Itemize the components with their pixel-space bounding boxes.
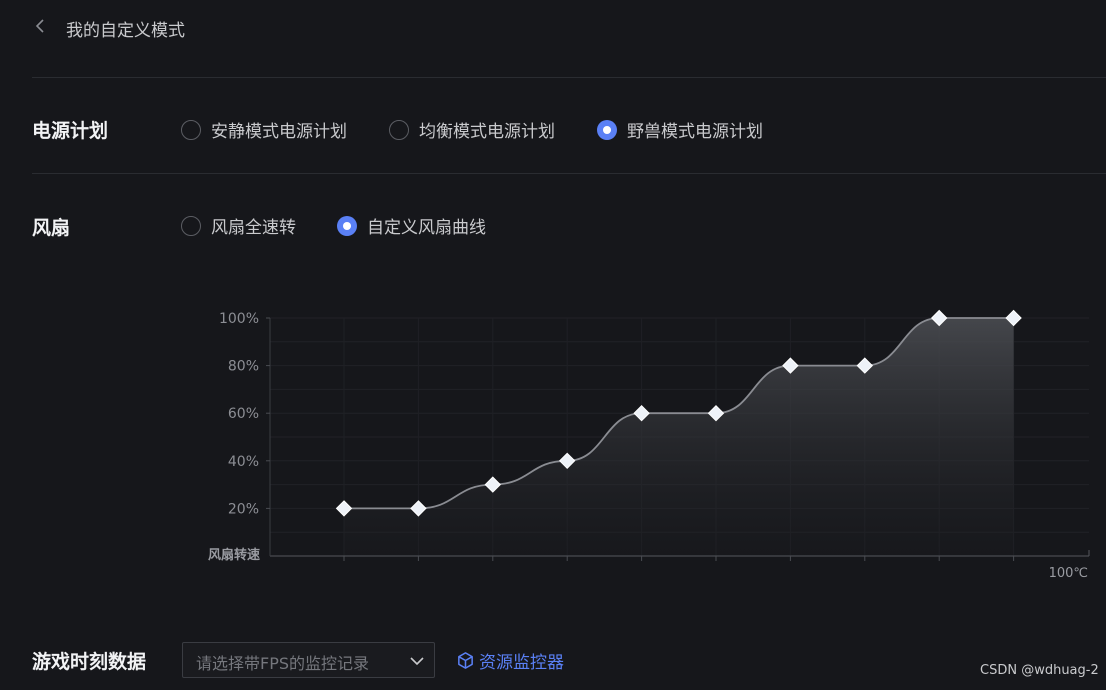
fan-curve-chart[interactable]: 20% 40% 60% 80% 100% 风扇转速 100℃ (0, 290, 1106, 590)
select-placeholder: 请选择带FPS的监控记录 (196, 654, 370, 673)
resource-monitor-label: 资源监控器 (479, 653, 564, 673)
divider (32, 173, 1106, 174)
radio-label: 安静模式电源计划 (211, 122, 347, 142)
fps-record-select[interactable]: 请选择带FPS的监控记录 (182, 642, 435, 678)
cube-icon (458, 652, 473, 669)
resource-monitor-link[interactable]: 资源监控器 (456, 648, 564, 673)
radio-label: 风扇全速转 (211, 218, 296, 238)
watermark: CSDN @wdhuag-2 (980, 663, 1099, 678)
radio-custom-fan-curve[interactable]: 自定义风扇曲线 (337, 213, 486, 238)
radio-circle-checked (597, 119, 617, 140)
chevron-left-icon[interactable] (32, 17, 50, 35)
power-plan-label: 电源计划 (32, 120, 109, 142)
x-axis-end-label: 100℃ (1049, 566, 1088, 581)
radio-label: 野兽模式电源计划 (627, 122, 763, 142)
y-tick-label: 40% (228, 454, 259, 470)
chevron-down-icon (410, 657, 424, 666)
radio-label: 均衡模式电源计划 (419, 122, 555, 142)
y-axis-title: 风扇转速 (208, 547, 260, 563)
radio-circle (181, 119, 201, 140)
radio-label: 自定义风扇曲线 (367, 218, 486, 238)
y-tick-label: 60% (228, 406, 259, 422)
page-title: 我的自定义模式 (66, 21, 185, 41)
y-tick-label: 20% (228, 501, 259, 517)
radio-circle (181, 215, 201, 236)
radio-balanced-plan[interactable]: 均衡模式电源计划 (389, 117, 555, 142)
radio-circle-checked (337, 215, 357, 236)
radio-fan-full-speed[interactable]: 风扇全速转 (181, 213, 296, 238)
page-header: 我的自定义模式 (32, 0, 1106, 78)
y-tick-label: 80% (228, 359, 259, 375)
radio-circle (389, 119, 409, 140)
radio-quiet-plan[interactable]: 安静模式电源计划 (181, 117, 347, 142)
fan-label: 风扇 (32, 217, 71, 239)
radio-beast-plan[interactable]: 野兽模式电源计划 (597, 117, 763, 142)
game-data-label: 游戏时刻数据 (32, 651, 147, 673)
y-tick-label: 100% (219, 311, 259, 327)
